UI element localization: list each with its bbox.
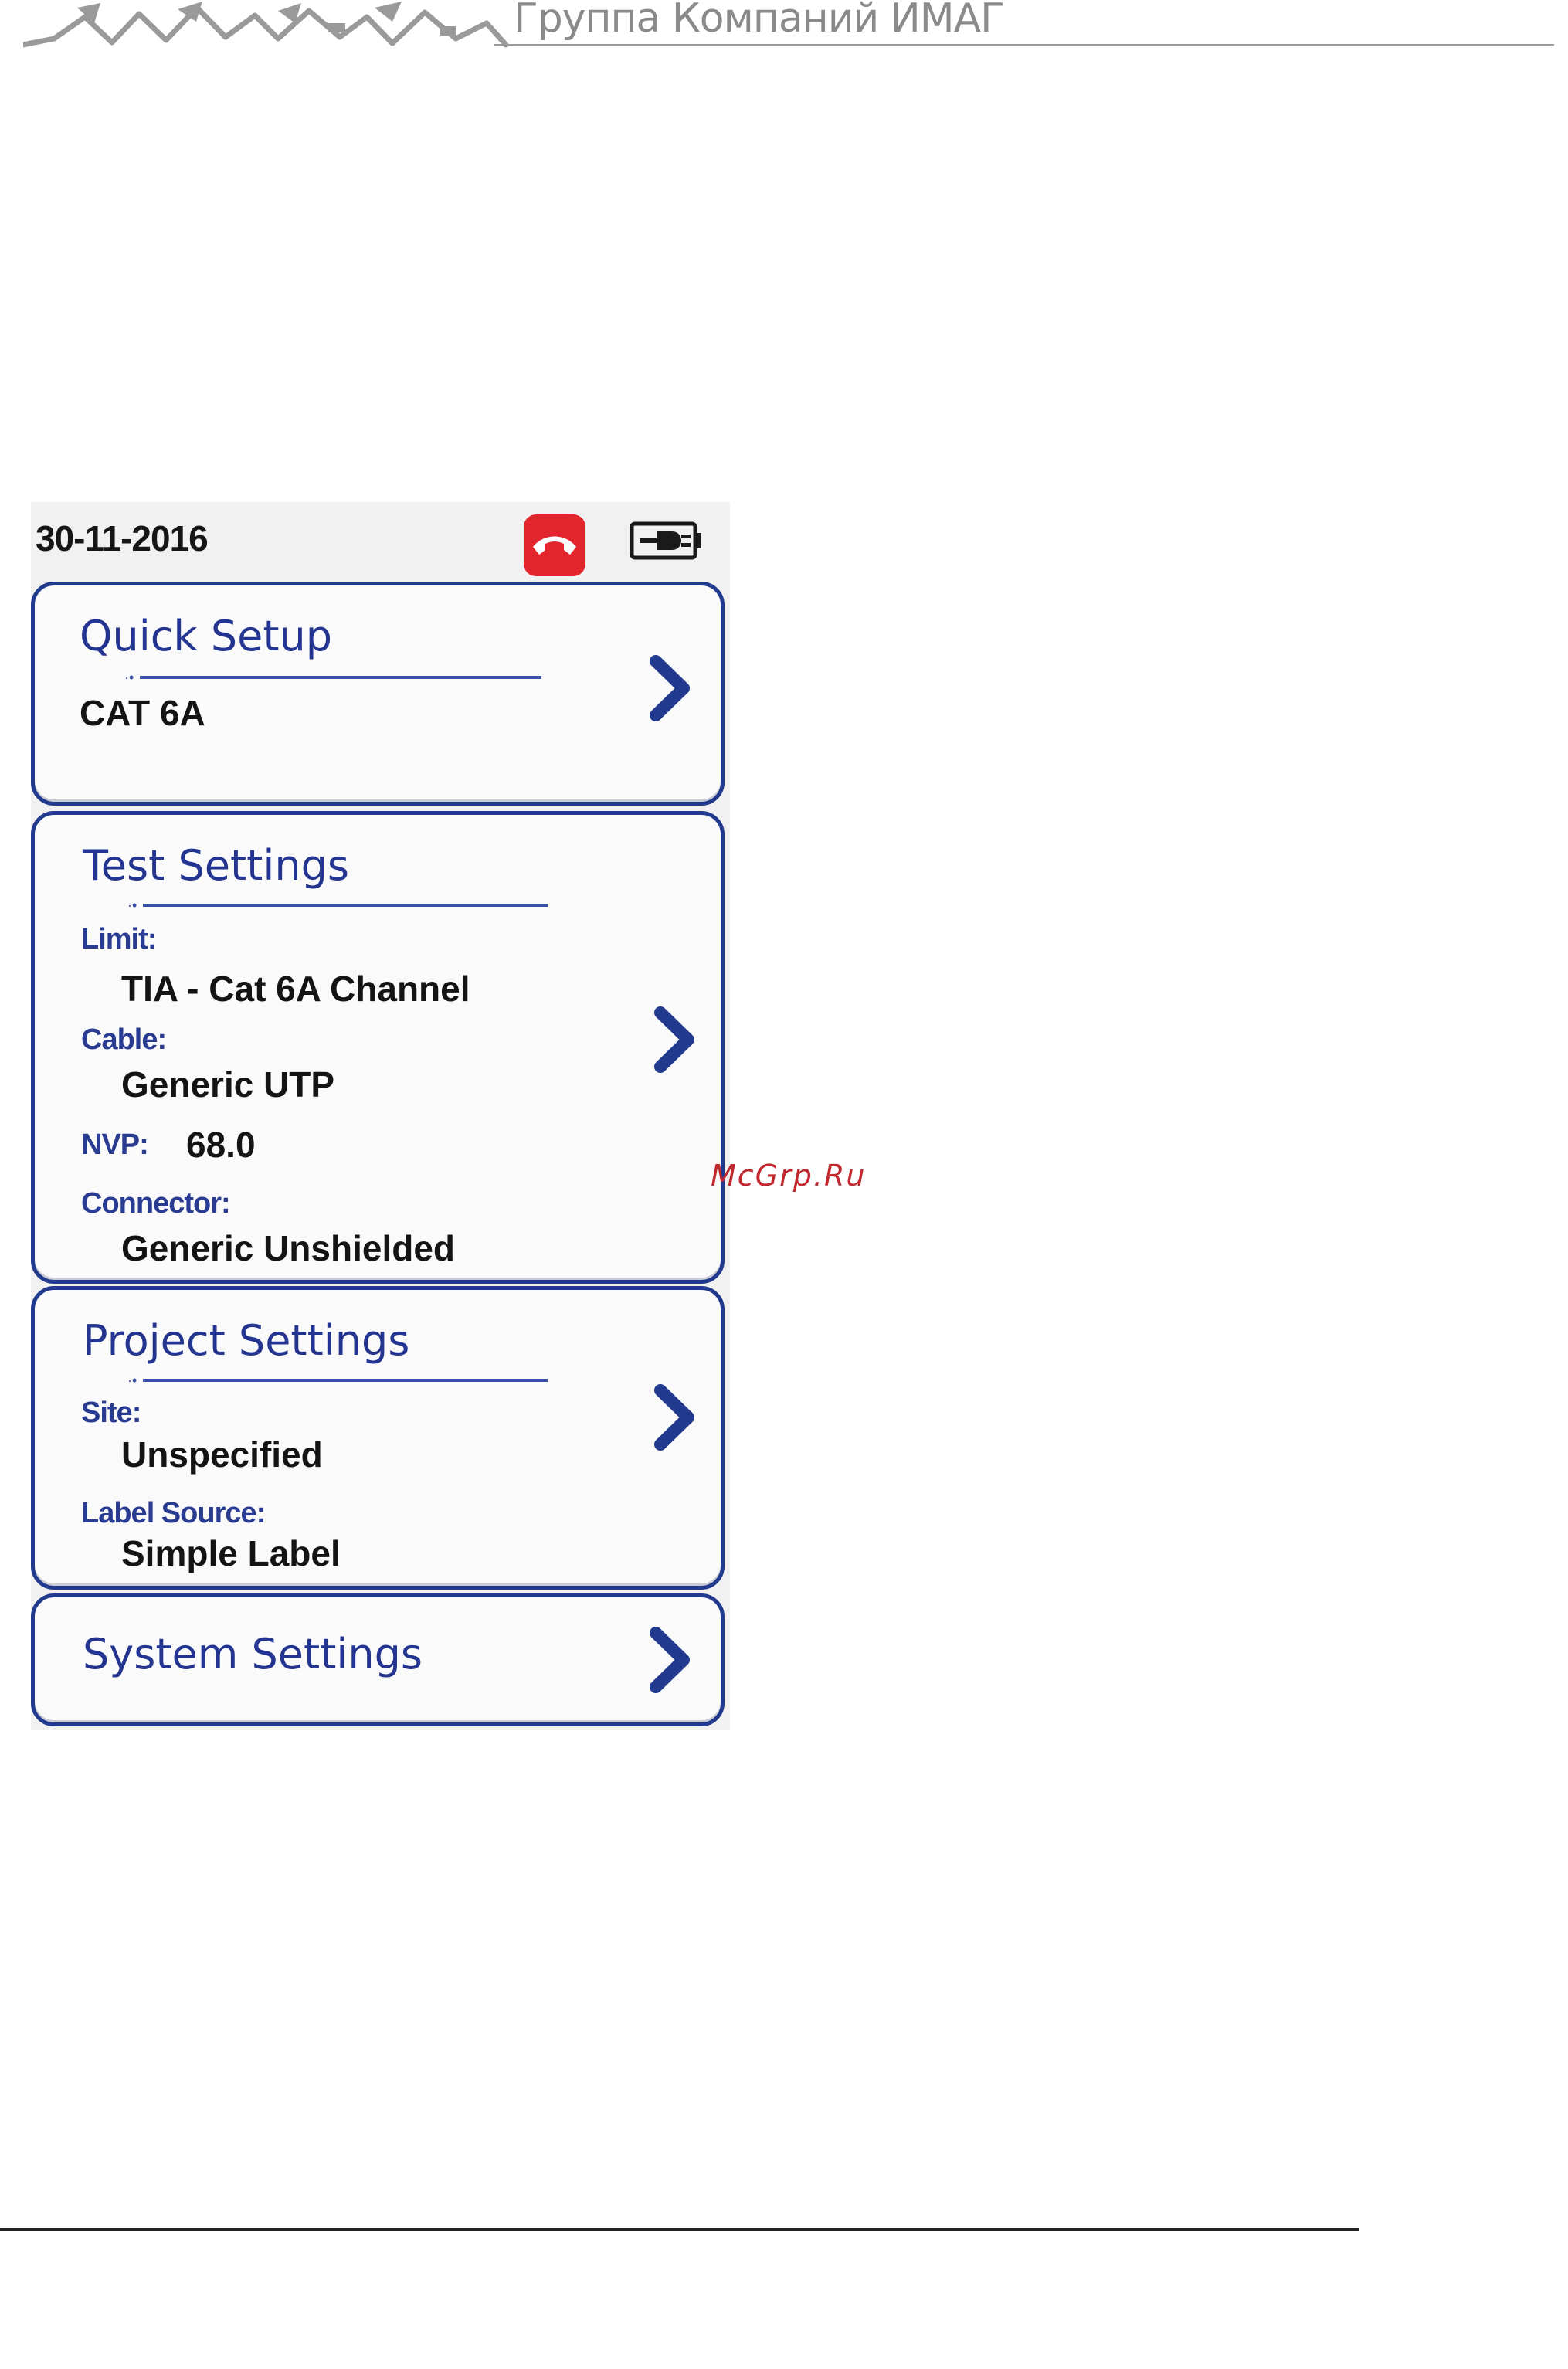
- site-value: Unspecified: [121, 1434, 323, 1475]
- chevron-right-icon: [654, 1006, 694, 1073]
- title-rule-dots: ·•: [124, 670, 134, 685]
- limit-label: Limit:: [81, 923, 157, 955]
- connector-label: Connector:: [81, 1187, 231, 1220]
- system-settings-card[interactable]: System Settings: [31, 1593, 725, 1726]
- site-label: Site:: [81, 1397, 141, 1429]
- chevron-right-icon: [654, 1384, 694, 1451]
- status-date: 30-11-2016: [36, 518, 209, 558]
- status-bar: 30-11-2016: [31, 502, 730, 579]
- system-settings-title: System Settings: [83, 1630, 423, 1678]
- label-source-value: Simple Label: [121, 1533, 341, 1573]
- chevron-right-icon: [650, 1627, 690, 1693]
- watermark: McGrp.Ru: [711, 1159, 867, 1193]
- test-settings-card[interactable]: Test Settings ·• Limit: TIA - Cat 6A Cha…: [31, 811, 725, 1284]
- title-divider: [143, 904, 548, 907]
- brand-divider: [494, 44, 1554, 46]
- test-settings-title: Test Settings: [83, 841, 349, 890]
- cable-label: Cable:: [81, 1023, 167, 1056]
- project-settings-card[interactable]: Project Settings ·• Site: Unspecified La…: [31, 1286, 725, 1590]
- tester-screen: 30-11-2016 Quick Setup ·• CAT 6A Test Se…: [31, 502, 730, 1730]
- title-divider: [140, 676, 541, 679]
- cable-value: Generic UTP: [121, 1064, 335, 1105]
- connector-value: Generic Unshielded: [121, 1228, 456, 1268]
- label-source-label: Label Source:: [81, 1497, 266, 1529]
- chevron-right-icon: [650, 655, 690, 721]
- title-rule-dots: ·•: [127, 898, 137, 913]
- limit-value: TIA - Cat 6A Channel: [121, 969, 470, 1009]
- talk-button[interactable]: [524, 514, 585, 576]
- nvp-label: NVP:: [81, 1128, 149, 1161]
- title-rule-dots: ·•: [127, 1373, 137, 1388]
- project-settings-title: Project Settings: [83, 1316, 410, 1365]
- nvp-value: 68.0: [186, 1125, 256, 1165]
- footer-divider: [0, 2228, 1359, 2231]
- brand-name: Группа Компаний ИМАГ: [514, 0, 1005, 42]
- brand-header: Группа Компаний ИМАГ: [0, 0, 1568, 62]
- quick-setup-value: CAT 6A: [80, 693, 205, 733]
- battery-plug-icon: [630, 521, 701, 560]
- phone-hangup-icon: [533, 536, 576, 555]
- brand-logo-icon: [23, 2, 509, 48]
- quick-setup-card[interactable]: Quick Setup ·• CAT 6A: [31, 582, 725, 806]
- title-divider: [143, 1379, 548, 1382]
- quick-setup-title: Quick Setup: [80, 612, 333, 660]
